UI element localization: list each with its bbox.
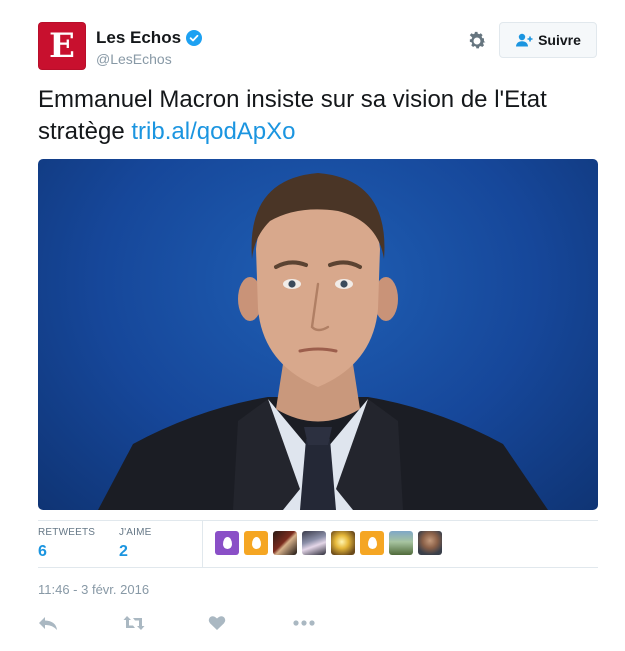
display-name[interactable]: Les Echos <box>96 28 181 48</box>
retweets-count: 6 <box>38 543 47 560</box>
tweet-timestamp[interactable]: 11:46 - 3 févr. 2016 <box>38 582 149 597</box>
user-avatar[interactable] <box>273 531 297 555</box>
stats-divider-vertical <box>202 520 203 567</box>
follow-button-label: Suivre <box>538 32 581 48</box>
account-handle[interactable]: @LesEchos <box>96 51 172 67</box>
tweet-photo[interactable] <box>38 159 598 510</box>
user-avatar[interactable] <box>360 531 384 555</box>
avatar[interactable]: E <box>38 22 86 70</box>
retweet-icon <box>123 616 145 630</box>
retweet-button[interactable] <box>123 612 208 634</box>
retweeter-avatars <box>215 531 442 555</box>
user-avatar[interactable] <box>331 531 355 555</box>
gear-icon[interactable] <box>466 30 488 52</box>
avatar-logo-letter: E <box>49 26 75 66</box>
tweet-link[interactable]: trib.al/qodApXo <box>131 118 295 145</box>
user-avatar[interactable] <box>302 531 326 555</box>
follow-button[interactable]: Suivre <box>499 22 597 58</box>
likes-label: J'AIME <box>119 527 152 538</box>
likes-count: 2 <box>119 543 128 560</box>
retweets-label: RETWEETS <box>38 527 96 538</box>
more-icon <box>293 620 315 626</box>
user-avatar[interactable] <box>215 531 239 555</box>
more-button[interactable] <box>293 612 378 634</box>
tweet-actions <box>38 612 378 634</box>
likes-stat[interactable]: J'AIME 2 <box>119 527 152 561</box>
like-icon <box>208 616 226 630</box>
tweet-text: Emmanuel Macron insiste sur sa vision de… <box>38 84 598 148</box>
like-button[interactable] <box>208 612 293 634</box>
portrait-image <box>98 173 548 510</box>
user-avatar[interactable] <box>418 531 442 555</box>
stats-divider-top <box>38 520 598 521</box>
account-name-row[interactable]: Les Echos <box>96 28 203 48</box>
verified-badge-icon <box>186 30 203 46</box>
retweets-stat[interactable]: RETWEETS 6 <box>38 527 95 561</box>
egg-icon <box>222 537 232 549</box>
stats-divider-bottom <box>38 567 598 568</box>
egg-icon <box>367 537 377 549</box>
reply-icon <box>39 617 57 630</box>
reply-button[interactable] <box>38 612 123 634</box>
user-avatar[interactable] <box>244 531 268 555</box>
egg-icon <box>251 537 261 549</box>
add-user-icon <box>516 33 533 47</box>
user-avatar[interactable] <box>389 531 413 555</box>
